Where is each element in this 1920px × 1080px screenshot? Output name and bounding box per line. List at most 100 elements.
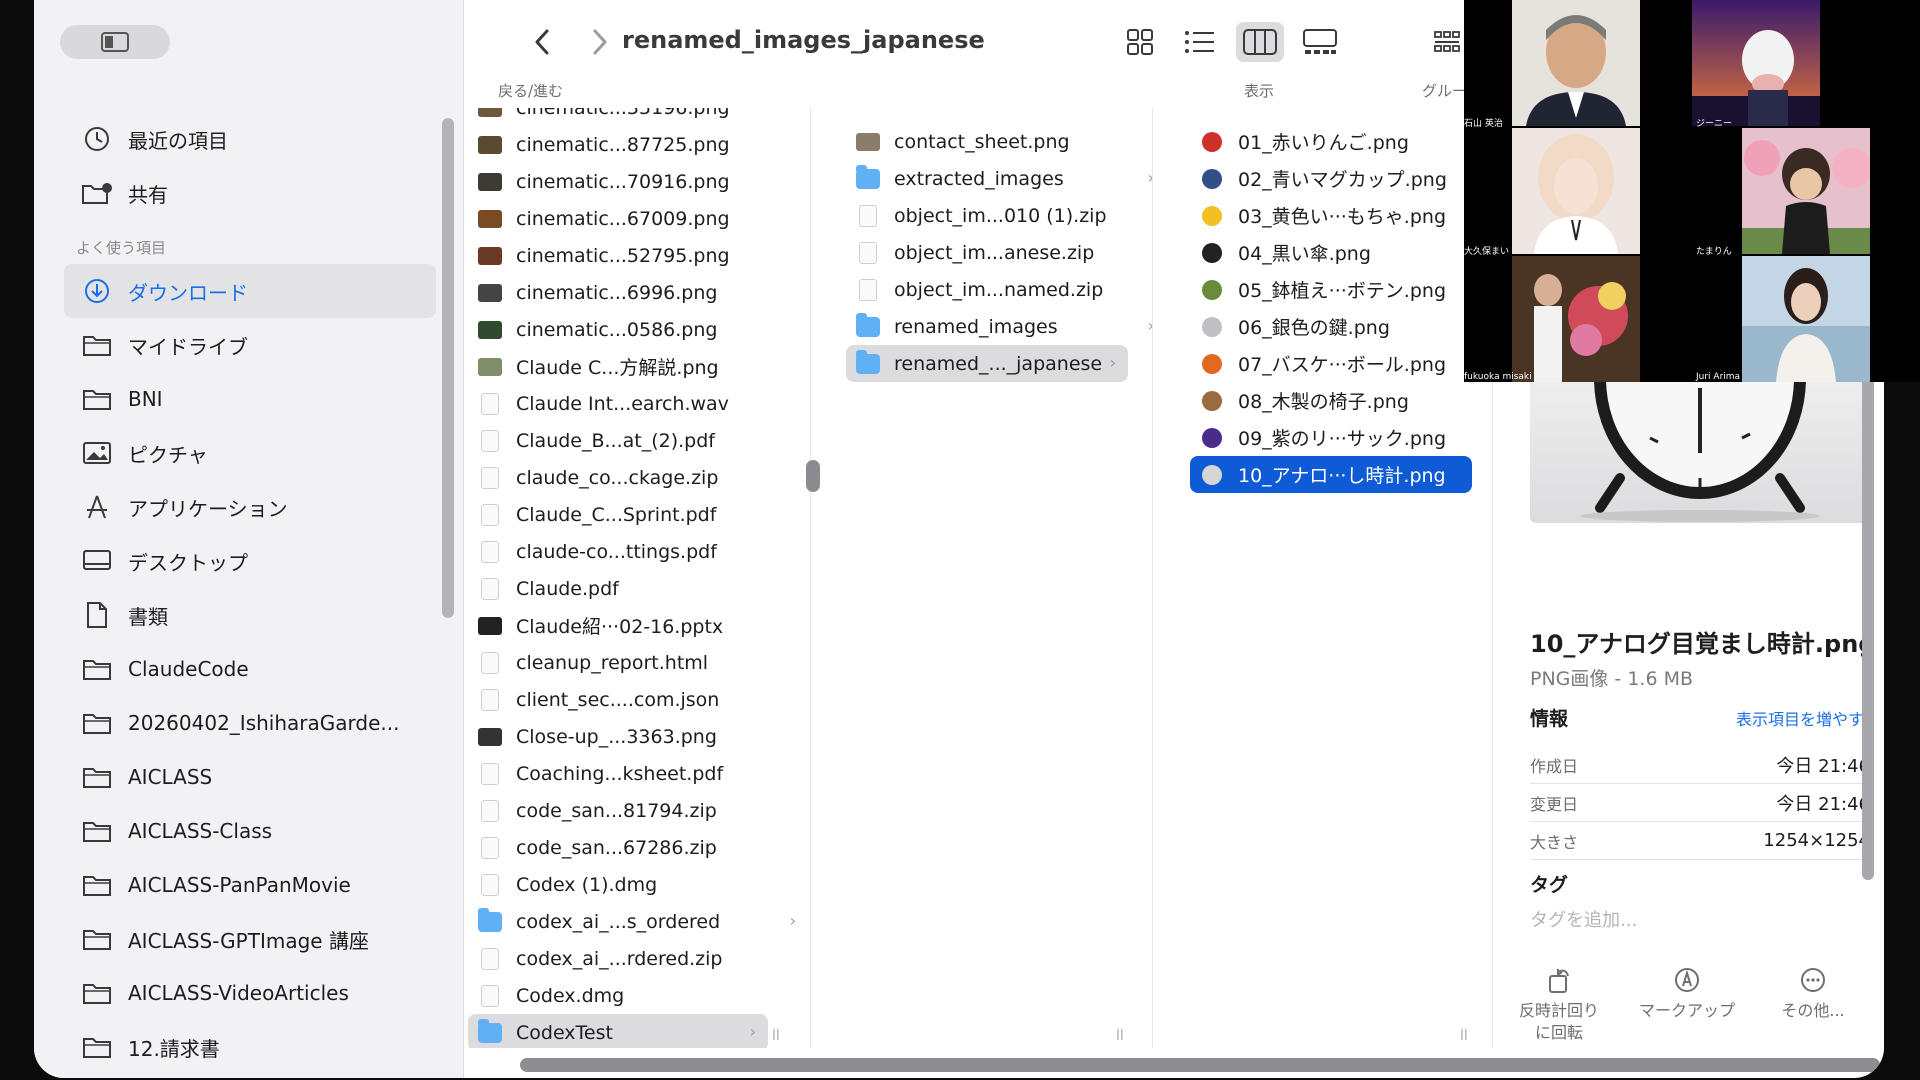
show-more-link[interactable]: 表示項目を増やす [1736,706,1864,730]
file-row[interactable]: cleanup_report.html [468,644,808,681]
file-icon [478,429,502,452]
participant-tile[interactable] [1692,0,1820,126]
folder-row[interactable]: codex_ai_...s_ordered › [468,903,808,940]
sidebar-item[interactable]: マイドライブ [64,318,436,372]
sidebar-item[interactable]: 12.請求書 [64,1020,436,1074]
participant-tile[interactable] [1512,0,1640,126]
file-row[interactable]: contact_sheet.png [810,123,1166,160]
participant-tile[interactable] [1512,128,1640,254]
file-row[interactable]: 10_アナロ···し時計.png [1190,456,1472,493]
file-row[interactable]: client_sec....com.json [468,681,808,718]
sidebar-item[interactable]: アプリケーション [64,480,436,534]
file-row[interactable]: 08_木製の椅子.png [1154,382,1494,419]
sidebar-item[interactable]: BNI [64,372,436,426]
sidebar-section-favorites: よく使う項目 [76,239,167,257]
column-resize-handle[interactable]: ll [1116,1028,1124,1044]
file-name: claude_co...ckage.zip [516,466,719,489]
file-row[interactable]: object_im...anese.zip [810,234,1166,271]
participant-tile[interactable] [1742,128,1870,254]
participant-photo [1512,0,1640,126]
folder-icon [80,330,114,360]
file-row[interactable]: code_san...67286.zip [468,829,808,866]
sidebar-scrollbar[interactable] [442,118,454,618]
tags-input[interactable]: タグを追加... [1530,906,1637,932]
file-row[interactable]: cinematic...67009.png [468,200,808,237]
column-view-button[interactable] [1236,22,1284,62]
forward-button[interactable] [580,22,620,62]
sidebar-item[interactable]: AICLASS-GPTImage 講座 [64,912,436,966]
file-row[interactable]: Close-up_...3363.png [468,718,808,755]
file-row[interactable]: 01_赤いりんご.png [1154,123,1494,160]
file-row[interactable]: object_im...010 (1).zip [810,197,1166,234]
image-thumbnail-icon [1200,279,1224,301]
gallery-view-button[interactable] [1296,22,1344,62]
image-thumbnail-icon [478,356,502,378]
info-row: 作成日 今日 21:46 [1530,746,1870,784]
file-row[interactable]: Claude Int...earch.wav [468,385,808,422]
participant-tile[interactable] [1512,256,1640,382]
file-icon [478,836,502,859]
file-row[interactable]: cinematic...6996.png [468,274,808,311]
file-row[interactable]: 03_黄色い···もちゃ.png [1154,197,1494,234]
folder-row[interactable]: renamed_..._japanese › [846,345,1128,382]
sidebar-item[interactable]: 書類 [64,588,436,642]
column-resize-handle[interactable]: ll [1460,1028,1468,1044]
sidebar-item[interactable]: ClaudeCode [64,642,436,696]
folder-row[interactable]: renamed_images › [810,308,1166,345]
file-row[interactable]: 07_バスケ···ボール.png [1154,345,1494,382]
folder-row[interactable]: CodexTest › [468,1014,768,1048]
file-row[interactable]: Claude紹···02-16.pptx [468,607,808,644]
file-row[interactable]: 02_青いマグカップ.png [1154,160,1494,197]
action-button[interactable]: 反時計回り に回転 [1504,960,1614,1044]
file-row[interactable]: claude-co...ttings.pdf [468,533,808,570]
file-row[interactable]: codex_ai_...rdered.zip [468,940,808,977]
file-icon [478,762,502,785]
horizontal-scrollbar[interactable] [520,1058,1880,1072]
file-row[interactable]: cinematic...52795.png [468,237,808,274]
icon-view-button[interactable] [1116,22,1164,62]
sidebar-item[interactable]: ダウンロード [64,264,436,318]
sidebar-item[interactable]: AICLASS-VideoArticles [64,966,436,1020]
list-view-button[interactable] [1176,22,1224,62]
file-name: client_sec....com.json [516,688,720,711]
file-row[interactable]: Codex.dmg [468,977,808,1014]
action-button[interactable]: マークアップ [1632,960,1742,1022]
file-row[interactable]: code_san...81794.zip [468,792,808,829]
column-resize-handle[interactable]: ll [772,1028,780,1044]
sidebar-item[interactable]: 20260402_IshiharaGarde... [64,696,436,750]
file-row[interactable]: cinematic...35196.png [468,108,808,126]
sidebar-toggle-button[interactable] [60,25,170,59]
back-button[interactable] [522,22,562,62]
file-row[interactable]: 05_鉢植え···ボテン.png [1154,271,1494,308]
file-row[interactable]: Claude C...方解説.png [468,348,808,385]
sidebar-item[interactable]: 最近の項目 [64,112,436,166]
file-row[interactable]: Coaching...ksheet.pdf [468,755,808,792]
document-icon [80,600,114,630]
file-row[interactable]: Codex (1).dmg [468,866,808,903]
action-button[interactable]: その他... [1758,960,1868,1022]
sidebar-item[interactable]: AICLASS-PanPanMovie [64,858,436,912]
file-row[interactable]: claude_co...ckage.zip [468,459,808,496]
file-icon [856,278,880,301]
participant-tile[interactable] [1742,256,1870,382]
file-name: renamed_..._japanese [894,352,1103,375]
preview-scrollbar[interactable] [1862,360,1874,880]
file-row[interactable]: cinematic...0586.png [468,311,808,348]
file-name: 05_鉢植え···ボテン.png [1238,280,1446,302]
sidebar-item[interactable]: AICLASS [64,750,436,804]
file-row[interactable]: 06_銀色の鍵.png [1154,308,1494,345]
file-row[interactable]: Claude.pdf [468,570,808,607]
column-scrollbar[interactable] [806,460,820,492]
file-row[interactable]: 04_黒い傘.png [1154,234,1494,271]
sidebar-item[interactable]: デスクトップ [64,534,436,588]
sidebar-item[interactable]: ピクチャ [64,426,436,480]
folder-row[interactable]: extracted_images › [810,160,1166,197]
file-row[interactable]: cinematic...70916.png [468,163,808,200]
file-row[interactable]: object_im...named.zip [810,271,1166,308]
file-row[interactable]: 09_紫のリ···サック.png [1154,419,1494,456]
file-row[interactable]: Claude_C...Sprint.pdf [468,496,808,533]
file-row[interactable]: cinematic...87725.png [468,126,808,163]
sidebar-item[interactable]: 共有 [64,166,436,220]
sidebar-item[interactable]: AICLASS-Class [64,804,436,858]
file-row[interactable]: Claude_B...at_(2).pdf [468,422,808,459]
